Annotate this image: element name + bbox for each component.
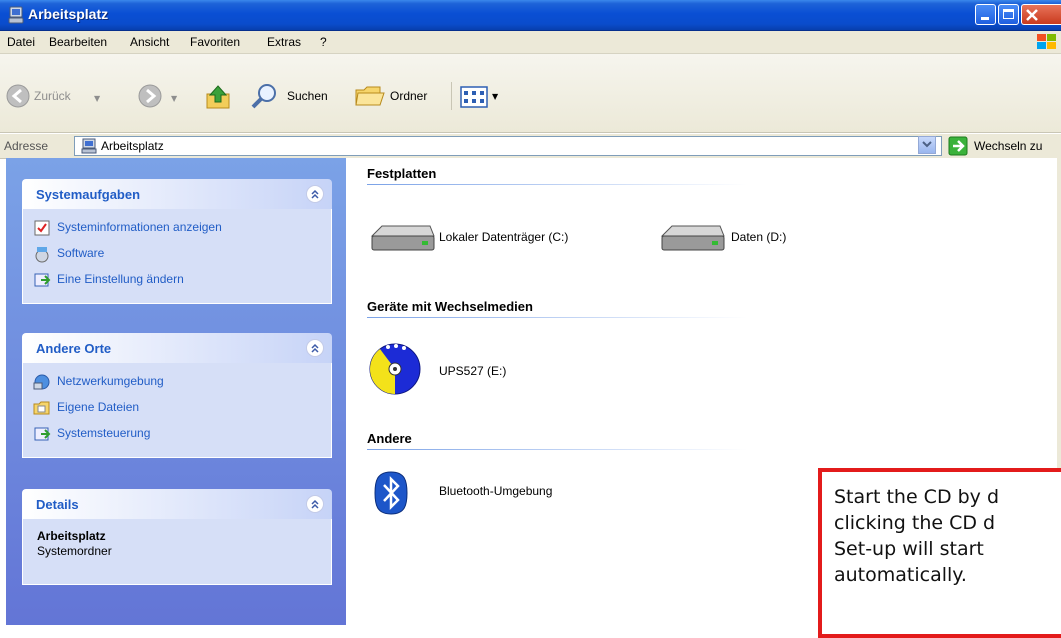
address-value: Arbeitsplatz bbox=[101, 139, 164, 153]
drive-c[interactable]: Lokaler Datenträger (C:) bbox=[368, 220, 648, 260]
maximize-icon bbox=[1003, 9, 1014, 19]
system-info-icon bbox=[34, 220, 50, 236]
group-divider bbox=[367, 317, 747, 318]
group-title-hard-disks: Festplatten bbox=[367, 166, 437, 181]
back-dropdown-icon[interactable]: ▼ bbox=[94, 94, 100, 103]
forward-button[interactable]: ▼ bbox=[138, 84, 186, 110]
other-places-title: Andere Orte bbox=[36, 341, 112, 356]
group-title-removable: Geräte mit Wechselmedien bbox=[367, 299, 533, 314]
forward-dropdown-icon[interactable]: ▼ bbox=[171, 94, 177, 103]
address-input[interactable]: Arbeitsplatz bbox=[74, 136, 942, 156]
control-panel-icon bbox=[34, 273, 51, 287]
menu-favoriten[interactable]: Favoriten bbox=[190, 35, 240, 49]
other-places-box: Andere Orte Netzwerkumgebung Eigene Date… bbox=[22, 333, 332, 458]
menu-bearbeiten[interactable]: Bearbeiten bbox=[49, 35, 107, 49]
task-system-info[interactable]: Systeminformationen anzeigen bbox=[23, 215, 331, 241]
drive-e[interactable]: UPS527 (E:) bbox=[368, 334, 568, 404]
windows-logo-icon bbox=[1037, 34, 1056, 49]
window-title: Arbeitsplatz bbox=[28, 6, 109, 22]
search-icon bbox=[251, 84, 276, 109]
bluetooth-icon bbox=[374, 471, 408, 515]
callout-text: Start the CD by d clicking the CD d Set-… bbox=[834, 486, 1000, 586]
network-icon bbox=[33, 374, 50, 390]
menu-extras[interactable]: Extras bbox=[267, 35, 301, 49]
hard-drive-icon bbox=[370, 225, 435, 251]
other-places-list: Netzwerkumgebung Eigene Dateien Systemst… bbox=[22, 363, 332, 458]
details-type: Systemordner bbox=[37, 544, 112, 558]
details-title: Details bbox=[36, 497, 79, 512]
group-divider bbox=[367, 184, 747, 185]
chevron-down-icon bbox=[922, 141, 932, 148]
views-icon bbox=[460, 86, 488, 108]
cd-drive-icon bbox=[369, 343, 421, 395]
views-dropdown-icon: ▼ bbox=[492, 92, 499, 101]
folder-icon bbox=[355, 86, 385, 106]
folders-button[interactable]: Ordner bbox=[354, 82, 444, 110]
back-button[interactable]: Zurück ▼ bbox=[6, 84, 126, 110]
minimize-icon bbox=[981, 17, 989, 20]
address-bar: Adresse Arbeitsplatz Wechseln zu bbox=[0, 134, 1061, 159]
collapse-button[interactable] bbox=[306, 185, 324, 203]
menu-datei[interactable]: Datei bbox=[7, 35, 35, 49]
my-computer-icon bbox=[81, 138, 97, 154]
system-tasks-box: Systemaufgaben Systeminformationen anzei… bbox=[22, 179, 332, 304]
system-tasks-list: Systeminformationen anzeigen Software Ei… bbox=[22, 209, 332, 304]
chevron-up-icon bbox=[311, 499, 319, 509]
instruction-callout: Start the CD by d clicking the CD d Set-… bbox=[818, 468, 1061, 638]
menu-help[interactable]: ? bbox=[320, 35, 327, 49]
chevron-up-icon bbox=[311, 189, 319, 199]
system-tasks-header[interactable]: Systemaufgaben bbox=[22, 179, 332, 209]
toolbar: Zurück ▼ ▼ Suchen Ordner ▼ bbox=[0, 54, 1061, 133]
forward-arrow-icon bbox=[138, 84, 162, 108]
task-change-setting[interactable]: Eine Einstellung ändern bbox=[23, 267, 331, 293]
task-pane: Systemaufgaben Systeminformationen anzei… bbox=[6, 158, 346, 625]
details-body: Arbeitsplatz Systemordner bbox=[22, 519, 332, 585]
system-tasks-title: Systemaufgaben bbox=[36, 187, 141, 202]
back-arrow-icon bbox=[6, 84, 30, 108]
collapse-button[interactable] bbox=[306, 339, 324, 357]
address-label: Adresse bbox=[4, 139, 49, 153]
drive-d[interactable]: Daten (D:) bbox=[658, 220, 858, 260]
hard-drive-icon bbox=[660, 225, 725, 251]
search-button[interactable]: Suchen bbox=[248, 82, 344, 110]
software-icon bbox=[35, 247, 49, 263]
up-folder-button[interactable] bbox=[204, 84, 234, 110]
place-control-panel[interactable]: Systemsteuerung bbox=[23, 421, 331, 447]
close-icon bbox=[1026, 9, 1038, 21]
place-my-documents[interactable]: Eigene Dateien bbox=[23, 395, 331, 421]
menu-ansicht[interactable]: Ansicht bbox=[130, 35, 169, 49]
other-places-header[interactable]: Andere Orte bbox=[22, 333, 332, 363]
bluetooth-item[interactable]: Bluetooth-Umgebung bbox=[374, 471, 594, 519]
go-button[interactable]: Wechseln zu bbox=[946, 136, 1061, 156]
details-name: Arbeitsplatz bbox=[37, 529, 106, 543]
close-button[interactable] bbox=[1021, 4, 1061, 25]
details-box: Details Arbeitsplatz Systemordner bbox=[22, 489, 332, 585]
menu-bar: Datei Bearbeiten Ansicht Favoriten Extra… bbox=[0, 31, 1061, 54]
details-header[interactable]: Details bbox=[22, 489, 332, 519]
chevron-up-icon bbox=[311, 343, 319, 353]
my-computer-icon bbox=[8, 6, 24, 24]
task-software[interactable]: Software bbox=[23, 241, 331, 267]
toolbar-separator bbox=[451, 82, 452, 110]
collapse-button[interactable] bbox=[306, 495, 324, 513]
minimize-button[interactable] bbox=[975, 4, 996, 25]
address-dropdown-button[interactable] bbox=[918, 136, 936, 154]
views-button[interactable]: ▼ bbox=[459, 84, 505, 110]
control-panel-icon bbox=[34, 427, 51, 441]
place-network[interactable]: Netzwerkumgebung bbox=[23, 369, 331, 395]
maximize-button[interactable] bbox=[998, 4, 1019, 25]
group-title-other: Andere bbox=[367, 431, 412, 446]
group-divider bbox=[367, 449, 747, 450]
documents-folder-icon bbox=[33, 401, 50, 415]
go-arrow-icon bbox=[948, 136, 968, 156]
title-bar[interactable]: Arbeitsplatz bbox=[0, 0, 1061, 31]
